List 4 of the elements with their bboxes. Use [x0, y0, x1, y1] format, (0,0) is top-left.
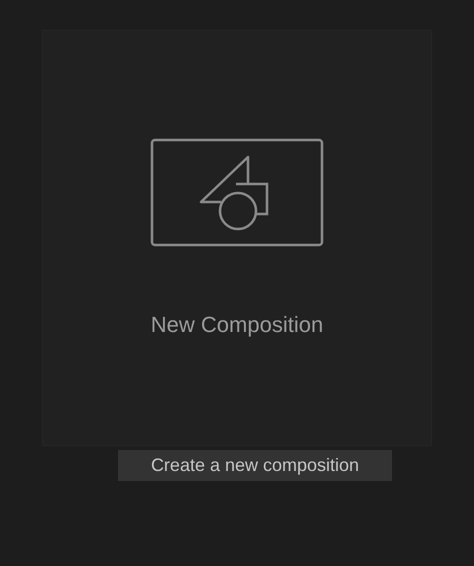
card-title: New Composition — [150, 311, 324, 339]
new-composition-card[interactable]: New Composition — [42, 30, 432, 446]
composition-icon — [150, 138, 324, 247]
tooltip: Create a new composition — [118, 450, 392, 481]
